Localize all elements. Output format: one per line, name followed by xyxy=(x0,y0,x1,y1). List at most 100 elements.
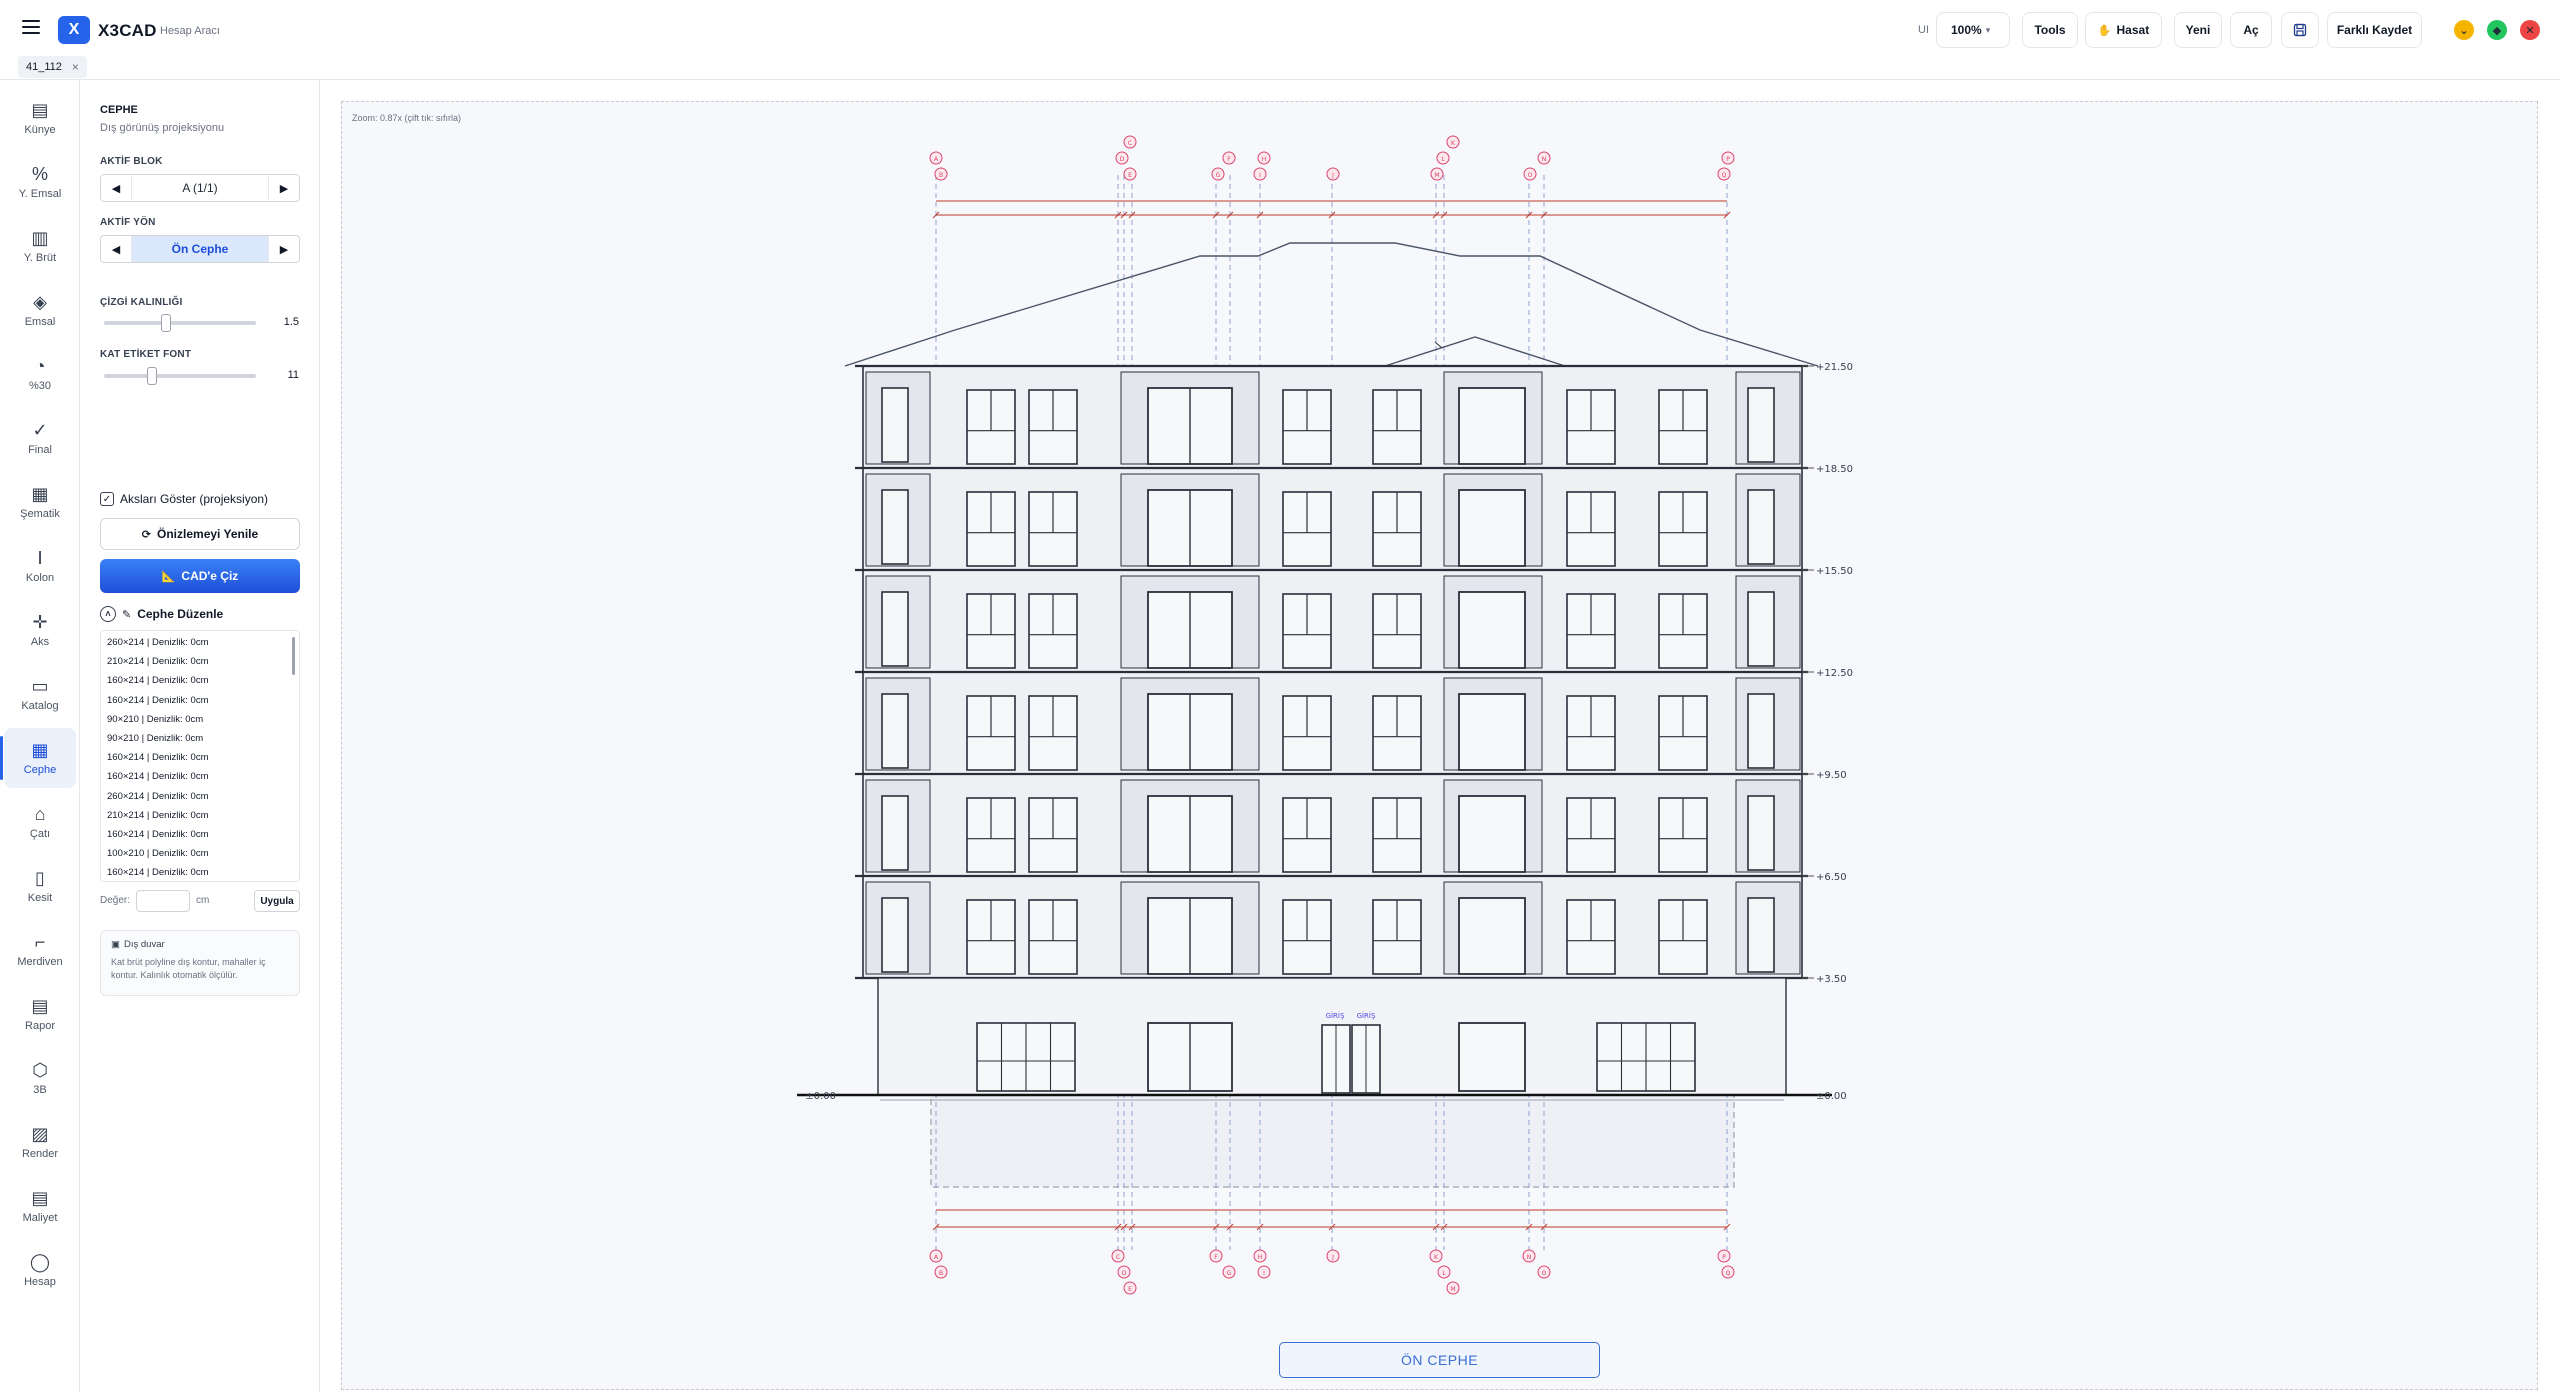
nav-item-label: Maliyet xyxy=(22,1211,58,1224)
nav-item-label: %30 xyxy=(28,379,52,392)
nav-item-rapor[interactable]: ▤ Rapor xyxy=(4,984,76,1044)
floor-label-font-thumb[interactable] xyxy=(146,367,157,385)
line-thickness-thumb[interactable] xyxy=(160,314,171,332)
nav-item-label: Y. Brüt xyxy=(23,251,57,264)
hasat-button[interactable]: ✋ Hasat xyxy=(2085,12,2162,48)
list-scrollbar[interactable] xyxy=(292,637,295,675)
nav-item-3b[interactable]: ⬡ 3B xyxy=(4,1048,76,1108)
pencil-icon: ✎ xyxy=(122,608,132,621)
save-icon[interactable] xyxy=(2281,12,2319,48)
prev-block-button[interactable]: ◀ xyxy=(101,175,131,201)
opening-list-item[interactable]: 210×214 | Denizlik: 0cm xyxy=(101,652,299,671)
nav-item-render[interactable]: ▨ Render xyxy=(4,1112,76,1172)
nav-item-aks[interactable]: ✛ Aks xyxy=(4,600,76,660)
nav-item-label: Hesap xyxy=(24,1275,56,1288)
value-input[interactable] xyxy=(136,890,190,912)
info-icon: ▣ xyxy=(111,939,120,950)
app-subtitle: Hesap Aracı xyxy=(160,25,220,37)
floor-label-font-slider[interactable] xyxy=(104,374,256,378)
ui-scale-select[interactable]: 100% ▾ xyxy=(1936,12,2010,48)
nav-item-y-emsal[interactable]: % Y. Emsal xyxy=(4,152,76,212)
info-title-text: Dış duvar xyxy=(123,939,165,950)
nav-item-label: Merdiven xyxy=(17,955,63,968)
next-direction-button[interactable]: ▶ xyxy=(269,236,299,262)
nav-item-label: Şematik xyxy=(20,507,60,520)
receipt-icon: ▤ xyxy=(31,1187,49,1208)
report-icon: ▤ xyxy=(31,995,49,1016)
apply-button[interactable]: Uygula xyxy=(254,890,300,912)
active-direction-label: AKTİF YÖN xyxy=(100,217,156,228)
cephe-edit-header[interactable]: ˄ ✎ Cephe Düzenle xyxy=(100,606,223,622)
next-block-button[interactable]: ▶ xyxy=(269,175,299,201)
open-button[interactable]: Aç xyxy=(2230,12,2272,48)
grid-icon: ▦ xyxy=(31,739,49,760)
opening-list-item[interactable]: 160×214 | Denizlik: 0cm xyxy=(101,671,299,690)
image-icon: ▨ xyxy=(31,1123,49,1144)
nav-item-label: Render xyxy=(21,1147,59,1160)
nav-item-final[interactable]: ✓ Final xyxy=(4,408,76,468)
new-button[interactable]: Yeni xyxy=(2174,12,2222,48)
floor-label-font-label: KAT ETİKET FONT xyxy=(100,349,192,360)
minimize-icon[interactable]: ⌄ xyxy=(2454,20,2474,40)
opening-list-item[interactable]: 160×214 | Denizlik: 0cm xyxy=(101,748,299,767)
opening-list-item[interactable]: 100×210 | Denizlik: 0cm xyxy=(101,844,299,863)
drawing-canvas[interactable] xyxy=(341,101,2538,1390)
nav-item-cephe[interactable]: ▦ Cephe xyxy=(4,728,76,788)
refresh-preview-label: Önizlemeyi Yenile xyxy=(157,527,259,541)
show-axes-label: Aksları Göster (projeksiyon) xyxy=(120,492,269,506)
nav-item-kolon[interactable]: Ⅰ Kolon xyxy=(4,536,76,596)
opening-list-item[interactable]: 90×210 | Denizlik: 0cm xyxy=(101,710,299,729)
app-name: X3CAD xyxy=(98,21,157,40)
nav-item-label: Çatı xyxy=(29,827,51,840)
opening-list-item[interactable]: 160×214 | Denizlik: 0cm xyxy=(101,767,299,786)
value-label: Değer: xyxy=(100,895,131,906)
draw-cad-button[interactable]: 📐 CAD'e Çiz xyxy=(100,559,300,593)
close-icon[interactable]: ✕ xyxy=(2520,20,2540,40)
nav-item-maliyet[interactable]: ▤ Maliyet xyxy=(4,1176,76,1236)
tools-button[interactable]: Tools xyxy=(2022,12,2078,48)
thumb-icon: ✋ xyxy=(2097,24,2112,37)
ruler-icon: 📐 xyxy=(161,570,176,583)
file-tab-close-icon[interactable]: × xyxy=(72,60,79,74)
collapse-icon[interactable]: ˄ xyxy=(100,606,116,622)
nav-item-şematik[interactable]: ▦ Şematik xyxy=(4,472,76,532)
show-axes-checkbox[interactable]: ✓ xyxy=(100,492,114,506)
show-axes-row[interactable]: ✓ Aksları Göster (projeksiyon) xyxy=(100,492,268,506)
opening-list-item[interactable]: 160×214 | Denizlik: 0cm xyxy=(101,691,299,710)
opening-list-item[interactable]: 260×214 | Denizlik: 0cm xyxy=(101,633,299,652)
nav-item-y-brüt[interactable]: ▥ Y. Brüt xyxy=(4,216,76,276)
nav-item-hesap[interactable]: ◯ Hesap xyxy=(4,1240,76,1300)
active-block-stepper: ◀ A (1/1) ▶ xyxy=(100,174,300,202)
line-thickness-label: ÇİZGİ KALINLIĞI xyxy=(100,297,183,308)
prev-direction-button[interactable]: ◀ xyxy=(101,236,131,262)
nav-item-emsal[interactable]: ◈ Emsal xyxy=(4,280,76,340)
nav-item-katalog[interactable]: ▭ Katalog xyxy=(4,664,76,724)
menu-icon[interactable] xyxy=(22,20,40,34)
opening-list-item[interactable]: 160×214 | Denizlik: 0cm xyxy=(101,825,299,844)
nav-item-künye[interactable]: ▤ Künye xyxy=(4,88,76,148)
refresh-preview-button[interactable]: ⟳ Önizlemeyi Yenile xyxy=(100,518,300,550)
check-circle-icon: ✓ xyxy=(32,419,48,440)
openings-list[interactable]: 260×214 | Denizlik: 0cm 210×214 | Denizli… xyxy=(100,630,300,882)
opening-list-item[interactable]: 90×210 | Denizlik: 0cm xyxy=(101,729,299,748)
opening-list-item[interactable]: 260×214 | Denizlik: 0cm xyxy=(101,787,299,806)
opening-list-item[interactable]: 160×214 | Denizlik: 0cm xyxy=(101,863,299,881)
nav-item-kesit[interactable]: ▯ Kesit xyxy=(4,856,76,916)
ui-scale-value: 100% xyxy=(1951,23,1982,37)
line-thickness-slider[interactable] xyxy=(104,321,256,325)
opening-list-item[interactable]: 210×214 | Denizlik: 0cm xyxy=(101,806,299,825)
view-label-button[interactable]: ÖN CEPHE xyxy=(1279,1342,1600,1378)
percent-icon: % xyxy=(31,163,48,184)
file-tab-label: 41_112 xyxy=(26,61,62,73)
maximize-icon[interactable]: ◆ xyxy=(2487,20,2507,40)
save-as-button[interactable]: Farklı Kaydet xyxy=(2327,12,2422,48)
home-icon: ⌂ xyxy=(34,803,46,824)
nav-item-%30[interactable]: ◔ %30 xyxy=(4,344,76,404)
nav-item-çatı[interactable]: ⌂ Çatı xyxy=(4,792,76,852)
bar-chart-icon: ▥ xyxy=(31,227,49,248)
active-indicator xyxy=(0,736,3,780)
file-tab[interactable]: 41_112 × xyxy=(18,56,87,78)
nav-item-merdiven[interactable]: ⌐ Merdiven xyxy=(4,920,76,980)
section-icon: ▯ xyxy=(35,867,45,888)
info-title: ▣ Dış duvar xyxy=(111,939,289,950)
